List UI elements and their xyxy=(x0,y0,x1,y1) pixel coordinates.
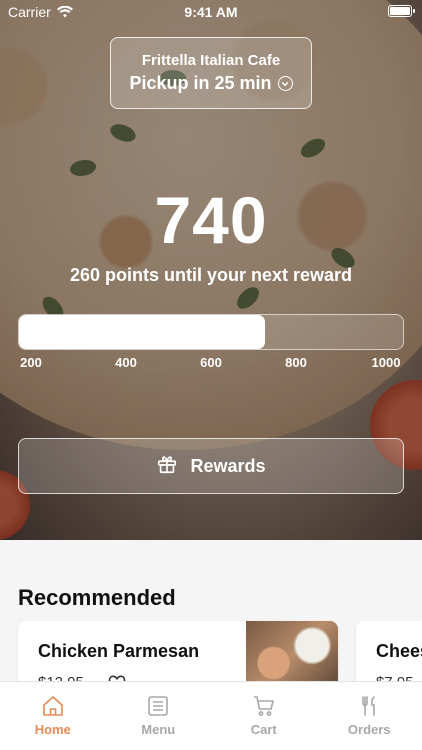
tab-label: Home xyxy=(34,722,71,737)
points-total: 740 xyxy=(154,183,268,257)
tab-label: Menu xyxy=(141,722,176,737)
scale-label: 600 xyxy=(200,355,222,370)
rewards-button[interactable]: Rewards xyxy=(18,438,404,494)
tab-bar: Home Menu Cart Orders xyxy=(0,681,422,750)
scale-label: 200 xyxy=(20,355,42,370)
pickup-label: Pickup in 25 min xyxy=(129,73,272,93)
chevron-down-icon xyxy=(277,76,293,91)
utensils-icon xyxy=(362,696,376,716)
item-name: Chicken Parmesan xyxy=(38,641,200,661)
clock: 9:41 AM xyxy=(184,4,238,20)
cart-icon xyxy=(253,696,274,716)
store-selector[interactable]: Frittella Italian Cafe Pickup in 25 min xyxy=(110,37,312,109)
tab-label: Cart xyxy=(250,722,277,737)
scale-label: 800 xyxy=(285,355,307,370)
tab-cart[interactable]: Cart xyxy=(211,682,317,750)
rewards-progress-bar xyxy=(18,314,404,350)
tab-label: Orders xyxy=(347,722,391,737)
battery-icon xyxy=(388,5,415,17)
tab-orders[interactable]: Orders xyxy=(317,682,422,750)
tab-home[interactable]: Home xyxy=(0,682,106,750)
home-icon xyxy=(42,696,63,716)
item-name: Cheese xyxy=(376,641,422,661)
scale-label: 400 xyxy=(115,355,137,370)
status-bar: Carrier 9:41 AM xyxy=(0,0,422,24)
points-remaining-text: 260 points until your next reward xyxy=(69,265,353,285)
pickup-time: Pickup in 25 min xyxy=(111,73,311,94)
gift-icon xyxy=(156,453,178,480)
menu-book-icon xyxy=(148,696,169,716)
progress-scale: 200 400 600 800 1000 xyxy=(18,355,404,373)
store-name: Frittella Italian Cafe xyxy=(141,52,281,69)
tab-menu[interactable]: Menu xyxy=(106,682,212,750)
rewards-progress-fill xyxy=(19,315,265,349)
recommended-heading: Recommended xyxy=(18,585,176,610)
scale-label: 1000 xyxy=(371,355,401,370)
rewards-button-label: Rewards xyxy=(190,455,266,476)
